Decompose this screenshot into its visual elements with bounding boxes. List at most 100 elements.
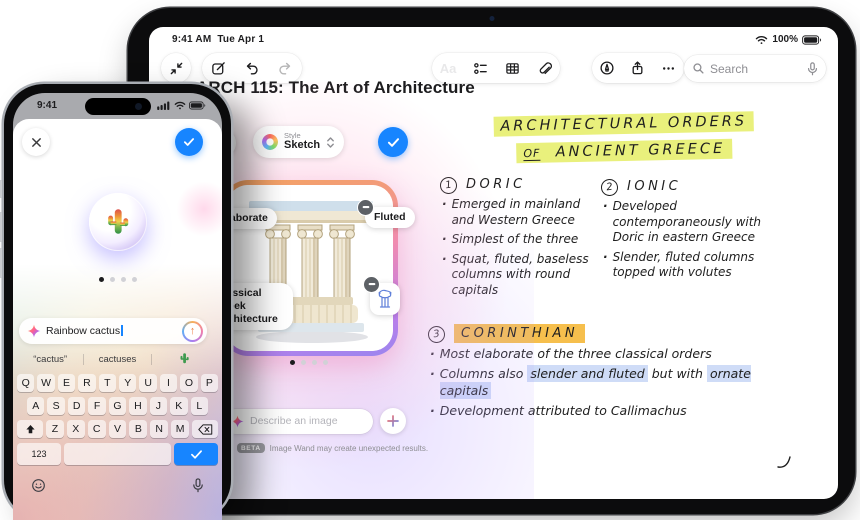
letter-key[interactable]: P [201, 374, 218, 392]
page-dot [110, 277, 115, 282]
checkmark-icon [183, 137, 195, 147]
letter-key[interactable]: H [129, 397, 146, 415]
describe-image-placeholder: Describe an image [250, 415, 338, 427]
style-picker[interactable]: Style Sketch [253, 126, 344, 158]
numbers-key[interactable]: 123 [17, 443, 61, 465]
backspace-key[interactable] [192, 420, 218, 438]
page-dot [323, 360, 328, 365]
ipad-status-bar: 9:41 AM Tue Apr 1 100% [149, 34, 838, 48]
page-dot [312, 360, 317, 365]
preview-page-dots[interactable] [13, 277, 222, 282]
dictation-mic-key[interactable] [192, 478, 204, 493]
iphone-time: 9:41 [37, 100, 57, 111]
letter-key[interactable]: B [129, 420, 147, 438]
wand-page-dots[interactable] [290, 360, 328, 365]
keyboard-bottom-bar [17, 470, 218, 493]
keyboard: QWERTYUIOP ASDFGHJKL ZXCVBNM [17, 374, 218, 493]
letter-key[interactable]: A [27, 397, 44, 415]
minus-icon [368, 283, 376, 286]
emoji-smiley-icon [31, 478, 46, 493]
note-bullet: Most elaborate of the three classical or… [430, 346, 773, 362]
describe-image-input[interactable]: Describe an image [223, 409, 373, 434]
table-icon [505, 61, 520, 76]
wand-accept-button[interactable] [378, 127, 408, 157]
search-field[interactable]: Search [684, 55, 826, 82]
more-button[interactable] [654, 53, 684, 83]
keyboard-row-4: 123 [17, 443, 218, 465]
wifi-icon [174, 101, 186, 110]
sheet-accept-button[interactable] [175, 128, 203, 156]
note-bullet: Development attributed to Callimachus [430, 403, 773, 419]
battery-icon [189, 101, 206, 110]
ipad-time: 9:41 AM [172, 34, 211, 45]
letter-key[interactable]: C [88, 420, 106, 438]
suggestion-cactus-emoji[interactable] [152, 352, 218, 368]
remove-tag-button[interactable] [357, 199, 374, 216]
wand-input-row: Describe an image [223, 408, 406, 434]
sheet-close-button[interactable] [22, 128, 50, 156]
section-number: 1 [439, 176, 458, 195]
letter-key[interactable]: S [47, 397, 64, 415]
letter-key[interactable]: X [67, 420, 85, 438]
remove-suggestion-button[interactable] [363, 276, 380, 293]
letter-key[interactable]: Y [119, 374, 136, 392]
section-name: DORIC [466, 177, 526, 194]
plus-icon [387, 415, 399, 427]
iphone-status-bar: 9:41 [13, 93, 222, 119]
paperclip-icon [537, 61, 552, 76]
letter-key[interactable]: L [191, 397, 208, 415]
note-bullet: Developed contemporaneously with Doric i… [603, 199, 773, 246]
letter-key[interactable]: Z [46, 420, 64, 438]
letter-key[interactable]: Q [17, 374, 34, 392]
shift-key[interactable] [17, 420, 43, 438]
letter-key[interactable]: D [68, 397, 85, 415]
backspace-icon [198, 424, 213, 435]
share-button[interactable] [623, 53, 653, 83]
generate-button[interactable]: ↑ [182, 321, 203, 342]
letter-key[interactable]: W [37, 374, 54, 392]
letter-key[interactable]: J [150, 397, 167, 415]
page-dot [99, 277, 104, 282]
section-name: CORINTHIAN [454, 324, 585, 343]
beta-badge: BETA [237, 443, 265, 453]
letter-key[interactable]: M [171, 420, 189, 438]
action-button [0, 180, 2, 198]
dictation-mic-icon[interactable] [807, 62, 818, 76]
attachment-button[interactable] [529, 53, 559, 83]
rainbow-cactus-image [105, 206, 131, 238]
letter-key[interactable]: V [109, 420, 127, 438]
letter-key[interactable]: T [99, 374, 116, 392]
table-button[interactable] [497, 53, 527, 83]
letter-key[interactable]: I [160, 374, 177, 392]
image-playground-sheet: Rainbow cactus ↑ “cactus” cactuses QWERT… [13, 119, 222, 520]
emoji-key[interactable] [31, 478, 46, 493]
ipad-camera [489, 16, 494, 21]
keyboard-row-3: ZXCVBNM [17, 420, 218, 438]
section-corinthian: 3 CORINTHIAN Most elaborate of the three… [428, 326, 773, 423]
volume-up-button [0, 212, 2, 242]
sparkle-icon [27, 324, 41, 338]
keyboard-row-1: QWERTYUIOP [17, 374, 218, 392]
section-name: IONIC [627, 179, 681, 196]
letter-key[interactable]: R [78, 374, 95, 392]
section-ionic: 2 IONIC Developed contemporaneously with… [601, 179, 773, 285]
letter-key[interactable]: O [180, 374, 197, 392]
letter-key[interactable]: N [150, 420, 168, 438]
letter-key[interactable]: U [139, 374, 156, 392]
shrink-window-button[interactable] [161, 53, 191, 83]
add-prompt-button[interactable] [380, 408, 406, 434]
suggestion-plural[interactable]: cactuses [84, 354, 150, 365]
markup-button[interactable] [592, 53, 622, 83]
text-cursor [121, 325, 123, 336]
letter-key[interactable]: F [88, 397, 105, 415]
letter-key[interactable]: G [109, 397, 126, 415]
letter-key[interactable]: E [58, 374, 75, 392]
return-key[interactable] [174, 443, 218, 465]
suggestion-quoted[interactable]: “cactus” [17, 354, 83, 365]
ipad-date: Tue Apr 1 [217, 34, 264, 45]
doric-bullets: Emerged in mainland and Western GreeceSi… [440, 197, 592, 299]
beta-text: Image Wand may create unexpected results… [270, 444, 428, 453]
prompt-input[interactable]: Rainbow cactus ↑ [19, 318, 207, 344]
letter-key[interactable]: K [170, 397, 187, 415]
space-key[interactable] [64, 443, 171, 465]
